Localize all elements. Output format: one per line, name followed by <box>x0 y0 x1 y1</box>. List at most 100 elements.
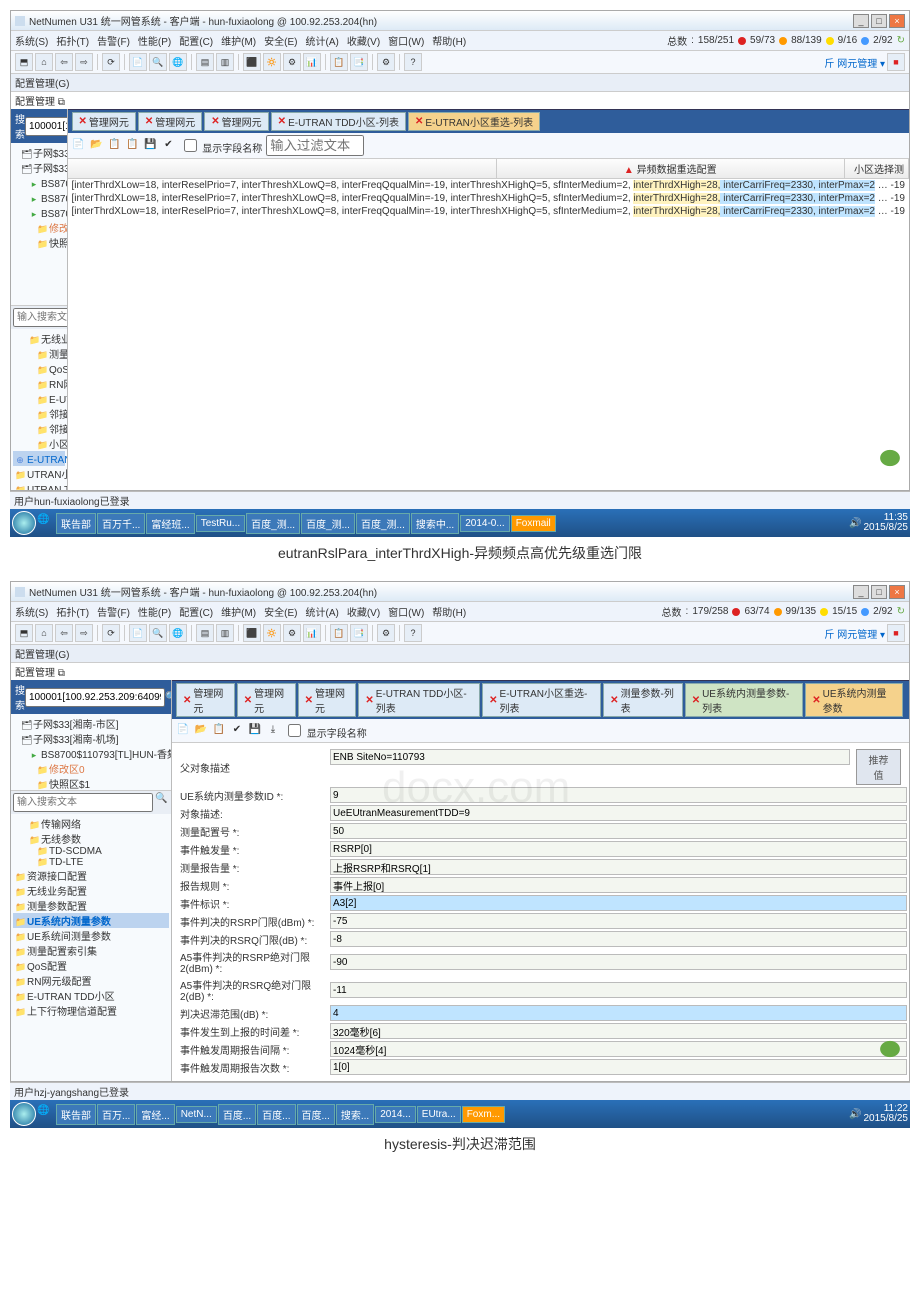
menu-item[interactable]: 告警(F) <box>97 33 130 48</box>
nav-item[interactable]: 📁无线业务配置 <box>13 331 65 346</box>
task-button[interactable]: NetN... <box>176 1106 217 1123</box>
check-icon[interactable]: ✔ <box>162 139 176 153</box>
tab[interactable]: ✕管理网元 <box>138 112 202 131</box>
menu-item[interactable]: 统计(A) <box>305 604 338 619</box>
title-bar[interactable]: NetNumen U31 统一网管系统 - 客户端 - hun-fuxiaolo… <box>11 11 909 30</box>
tool-icon[interactable]: 📄 <box>129 624 147 642</box>
tree-item[interactable]: 🗂子网$33[湘南-市区] <box>13 145 65 160</box>
grid-row[interactable]: [interThrdXLow=18, interReselPrio=7, int… <box>68 192 910 205</box>
tool-icon[interactable]: 🔍 <box>149 53 167 71</box>
minimize-button[interactable]: _ <box>853 14 869 28</box>
tool-icon[interactable]: ⌂ <box>35 53 53 71</box>
nav-item[interactable]: 📁RN网元级配置 <box>13 376 65 391</box>
nav-item[interactable]: 📁UE系统内测量参数 <box>13 913 169 928</box>
refresh-icon[interactable]: ⟳ <box>102 624 120 642</box>
check-icon[interactable]: ✔ <box>230 724 244 738</box>
tab[interactable]: ✕测量参数-列表 <box>603 683 683 717</box>
back-icon[interactable]: ⇦ <box>55 624 73 642</box>
close-icon[interactable]: ✕ <box>145 116 153 127</box>
tab[interactable]: ✕E-UTRAN TDD小区-列表 <box>271 112 406 131</box>
tab[interactable]: ✕E-UTRAN小区重选-列表 <box>482 683 601 717</box>
refresh-icon[interactable]: ⟳ <box>102 53 120 71</box>
recommend-button[interactable]: 推荐值 <box>856 749 901 785</box>
tree-item[interactable]: 📁快照区$1 <box>13 235 65 250</box>
alarm-major[interactable]: 88/139 <box>791 35 822 46</box>
grid-row[interactable]: [interThrdXLow=18, interReselPrio=7, int… <box>68 205 910 218</box>
tool-icon[interactable]: 📋 <box>330 53 348 71</box>
tool-icon[interactable]: ▤ <box>196 53 214 71</box>
ne-manage-button[interactable]: 斤 网元管理 ▾ <box>824 626 885 641</box>
show-fields-checkbox[interactable]: 显示字段名称 <box>284 721 367 740</box>
menu-item[interactable]: 帮助(H) <box>432 604 466 619</box>
task-button[interactable]: 2014... <box>375 1106 416 1123</box>
field-input[interactable] <box>330 982 907 998</box>
menu-item[interactable]: 窗口(W) <box>388 604 424 619</box>
breadcrumb-tab[interactable]: 配置管理 ⧉ <box>11 662 909 680</box>
save-icon[interactable]: 💾 <box>144 139 158 153</box>
tab-active[interactable]: ✕E-UTRAN小区重选-列表 <box>408 112 540 131</box>
tool-icon[interactable]: ▥ <box>216 624 234 642</box>
task-button[interactable]: 百度_测... <box>356 513 410 534</box>
nav-search-input[interactable] <box>13 308 68 327</box>
ie-icon[interactable]: 🌐 <box>37 1105 55 1123</box>
task-button[interactable]: 百度... <box>297 1104 335 1125</box>
menu-item[interactable]: 配置(C) <box>179 33 213 48</box>
alarm-critical[interactable]: 59/73 <box>750 35 775 46</box>
tree-item[interactable]: 🗂子网$33[湘南-机场] <box>13 731 169 746</box>
export-icon[interactable]: ⤓ <box>266 724 280 738</box>
field-input[interactable] <box>330 931 907 947</box>
tab[interactable]: ✕管理网元 <box>298 683 357 717</box>
nav-item[interactable]: 📁E-UTRAN TDD小区 <box>13 391 65 406</box>
nav-item[interactable]: 📁测量配置索引集 <box>13 943 169 958</box>
breadcrumb[interactable]: 配置管理(G) <box>11 73 909 91</box>
alarm-total[interactable]: 158/251 <box>698 35 734 46</box>
open-icon[interactable]: 📂 <box>90 139 104 153</box>
nav-item[interactable]: 📁QoS配置 <box>13 958 169 973</box>
tool-icon[interactable]: ⬒ <box>15 624 33 642</box>
tree-item[interactable]: ▸BS8700$103559[TL]HUN-娄集-H <box>13 205 65 220</box>
start-button[interactable] <box>12 511 36 535</box>
field-input[interactable] <box>330 895 907 911</box>
back-icon[interactable]: ⇦ <box>55 53 73 71</box>
grid-rows[interactable]: [interThrdXLow=18, interReselPrio=7, int… <box>68 179 910 490</box>
tool-icon[interactable]: ⌂ <box>35 624 53 642</box>
sidebar-search-input[interactable] <box>25 688 165 707</box>
tree-item[interactable]: 🗂子网$33[湘南-机场] <box>13 160 65 175</box>
tab-active[interactable]: ✕UE系统内测量参数 <box>805 683 903 717</box>
task-button[interactable]: 搜索中... <box>411 513 459 534</box>
nav-item[interactable]: 📁TD-LTE <box>13 857 169 868</box>
tool-icon[interactable]: ⬒ <box>15 53 33 71</box>
col-header[interactable]: 小区选择测 <box>845 159 909 178</box>
copy-icon[interactable]: 📋 <box>108 139 122 153</box>
tab[interactable]: ✕管理网元 <box>204 112 268 131</box>
menu-item[interactable]: 拓扑(T) <box>56 33 89 48</box>
maximize-button[interactable]: □ <box>871 14 887 28</box>
fwd-icon[interactable]: ⇨ <box>75 624 93 642</box>
menu-item[interactable]: 统计(A) <box>305 33 338 48</box>
field-input[interactable] <box>330 859 907 875</box>
nav-item[interactable]: 📁UTRAN小区重选 <box>13 466 65 481</box>
sidebar-search-input[interactable] <box>25 117 68 136</box>
task-button[interactable]: 富经... <box>136 1104 174 1125</box>
close-panel-icon[interactable]: ■ <box>887 624 905 642</box>
menu-item[interactable]: 安全(E) <box>264 33 297 48</box>
nav-item[interactable]: 📁邻接小区配置 <box>13 406 65 421</box>
tool-icon[interactable]: ⚙ <box>283 53 301 71</box>
tab[interactable]: ✕管理网元 <box>176 683 235 717</box>
tool-icon[interactable]: 📄 <box>129 53 147 71</box>
paste-icon[interactable]: 📋 <box>126 139 140 153</box>
tool-icon[interactable]: 📋 <box>330 624 348 642</box>
field-input[interactable] <box>330 877 907 893</box>
nav-item[interactable]: 📁测量参数配置 <box>13 346 65 361</box>
alarm-critical[interactable]: 63/74 <box>744 606 769 617</box>
nav-item[interactable]: 📁邻接关系配置 <box>13 421 65 436</box>
nav-item[interactable]: 📁资源接口配置 <box>13 868 169 883</box>
menu-item[interactable]: 配置(C) <box>179 604 213 619</box>
task-button[interactable]: 百度... <box>257 1104 295 1125</box>
menu-item[interactable]: 系统(S) <box>15 33 48 48</box>
nav-item[interactable]: 📁小区重选配置 <box>13 436 65 451</box>
menu-item[interactable]: 告警(F) <box>97 604 130 619</box>
field-input[interactable] <box>330 1041 907 1057</box>
tree-item[interactable]: 🗂子网$33[湘南-市区] <box>13 716 169 731</box>
alarm-warn[interactable]: 2/92 <box>873 35 892 46</box>
